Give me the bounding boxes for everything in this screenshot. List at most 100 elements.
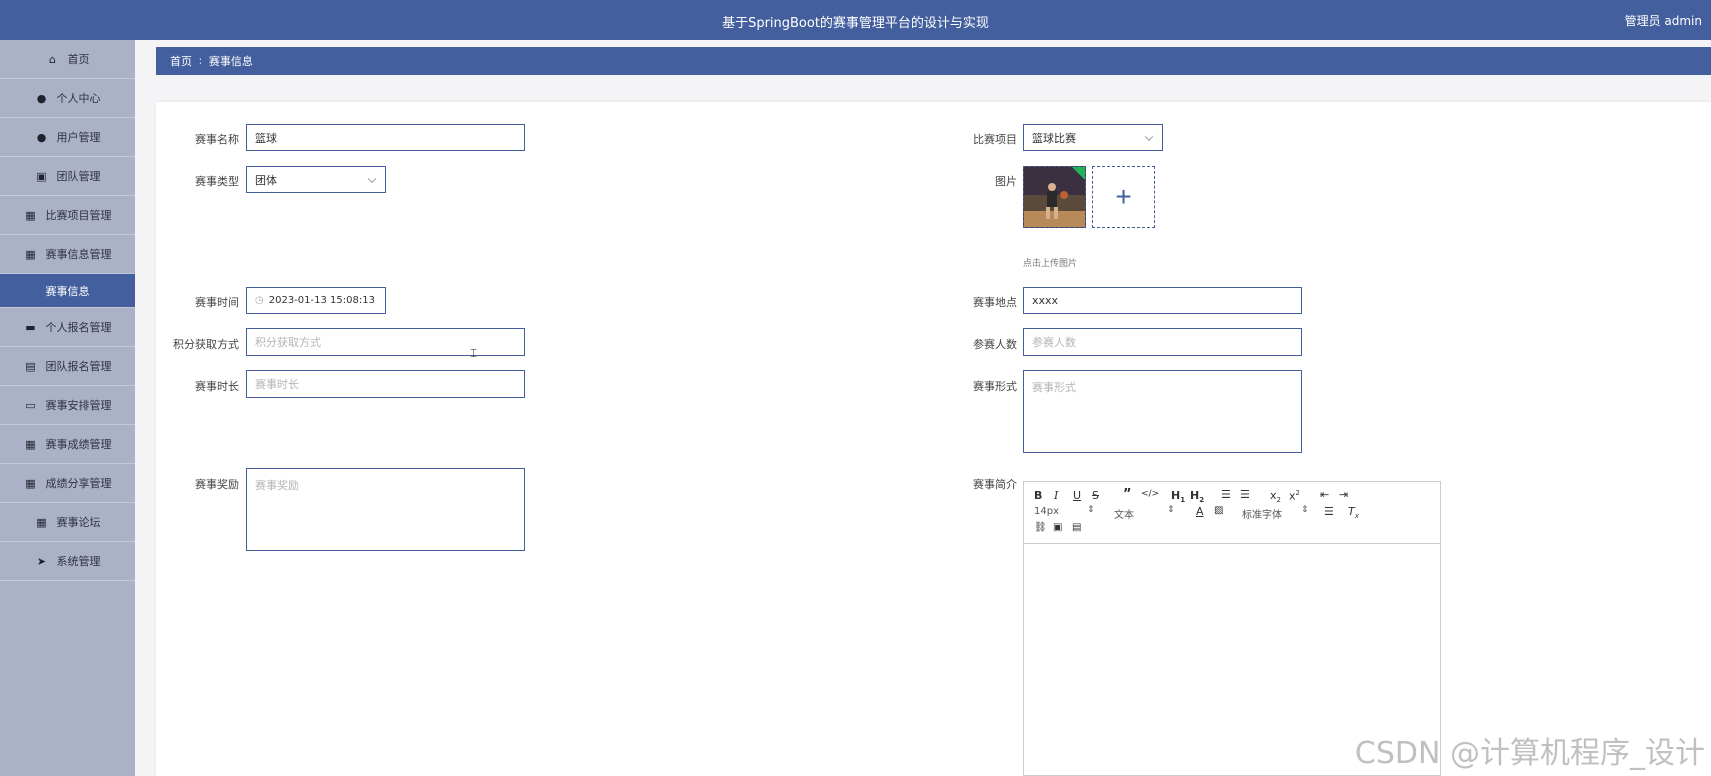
format-textarea[interactable]: 赛事形式 — [1023, 370, 1302, 453]
indent-icon[interactable]: ⇥ — [1339, 488, 1348, 501]
breadcrumb: 首页 ∶ 赛事信息 — [156, 47, 1711, 75]
comment-icon: ▬ — [25, 320, 36, 334]
chevron-down-icon — [367, 174, 377, 183]
grid-icon: ▦ — [25, 437, 36, 451]
subscript-icon[interactable]: x2 — [1270, 489, 1281, 504]
grid-icon: ▦ — [25, 476, 36, 490]
outdent-icon[interactable]: ⇤ — [1320, 488, 1329, 501]
grid-icon: ▦ — [36, 515, 47, 529]
sidebar-item-label: 赛事论坛 — [56, 516, 101, 529]
person-icon: ● — [36, 91, 47, 105]
sidebar-item[interactable]: ➤ 系统管理 — [0, 542, 135, 581]
sidebar: ⌂ 首页 ● 个人中心 ● 用户管理 ▣ 团队管理 ▦ 比赛项目管理 ▦ 赛事信息管理 赛事信息 ▬ 个人报… — [0, 40, 135, 776]
italic-icon[interactable]: I — [1054, 489, 1058, 502]
font-color-icon[interactable]: A — [1196, 505, 1204, 518]
blockquote-icon[interactable]: ” — [1123, 487, 1132, 502]
sidebar-item-label: 团队管理 — [56, 170, 101, 183]
ordered-list-icon[interactable]: ☰ — [1221, 488, 1231, 501]
sidebar-item[interactable]: ⌂ 首页 — [0, 40, 135, 79]
font-size-arrows-icon: ⇕ — [1087, 505, 1095, 515]
font-family-select[interactable]: 标准字体 — [1242, 506, 1282, 521]
clipboard-icon: ▤ — [25, 359, 36, 373]
points-method-label: 积分获取方式 — [173, 338, 239, 351]
grid-icon: ▦ — [25, 247, 36, 261]
project-value: 篮球比赛 — [1032, 131, 1076, 145]
basketball-photo — [1024, 167, 1085, 227]
background-color-icon[interactable]: ▨ — [1214, 505, 1223, 516]
watermark: CSDN @计算机程序_设计 — [1354, 736, 1705, 771]
event-time-picker[interactable]: ◷ 2023-01-13 15:08:13 — [246, 287, 386, 314]
video-insert-icon[interactable]: ▤ — [1072, 522, 1081, 533]
sidebar-item[interactable]: ▦ 成绩分享管理 — [0, 464, 135, 503]
sidebar-item-label: 系统管理 — [56, 555, 101, 568]
chart-icon: ▣ — [36, 169, 47, 183]
project-select[interactable]: 篮球比赛 — [1023, 124, 1163, 151]
participants-label: 参赛人数 — [973, 338, 1017, 351]
sidebar-item-label: 用户管理 — [56, 131, 101, 144]
event-type-select[interactable]: 团体 — [246, 166, 386, 193]
current-user[interactable]: 管理员 admin — [1625, 12, 1702, 29]
sidebar-item-label: 个人中心 — [56, 92, 101, 105]
points-method-input[interactable]: 积分获取方式 — [246, 328, 525, 356]
breadcrumb-current: 赛事信息 — [208, 55, 253, 68]
strike-icon[interactable]: S — [1092, 489, 1099, 502]
align-icon[interactable]: ☰ — [1324, 505, 1334, 518]
text-type-arrows-icon: ⇕ — [1167, 505, 1175, 515]
format-label: 赛事形式 — [973, 380, 1017, 393]
code-icon[interactable]: </> — [1141, 489, 1159, 499]
font-size-select[interactable]: 14px — [1034, 506, 1059, 517]
sidebar-item[interactable]: ● 用户管理 — [0, 118, 135, 157]
sidebar-item-label: 团队报名管理 — [45, 360, 112, 373]
text-type-select[interactable]: 文本 — [1114, 506, 1134, 521]
image-label: 图片 — [995, 175, 1017, 188]
bold-icon[interactable]: B — [1034, 489, 1042, 502]
event-time-label: 赛事时间 — [195, 296, 239, 309]
bullet-list-icon[interactable]: ☰ — [1240, 488, 1250, 501]
location-label: 赛事地点 — [973, 296, 1017, 309]
upload-hint: 点击上传图片 — [1023, 259, 1078, 269]
h1-icon[interactable]: H1 — [1171, 489, 1185, 504]
reward-textarea[interactable]: 赛事奖励 — [246, 468, 525, 551]
text-cursor-icon: ⌶ — [470, 346, 478, 360]
reward-label: 赛事奖励 — [195, 478, 239, 491]
sidebar-item[interactable]: 赛事信息 — [0, 274, 135, 308]
chevron-down-icon — [1144, 132, 1154, 141]
uploaded-image[interactable] — [1023, 166, 1086, 228]
sidebar-item-label: 赛事信息 — [45, 284, 90, 298]
sidebar-item-label: 个人报名管理 — [45, 321, 112, 334]
sidebar-item[interactable]: ● 个人中心 — [0, 79, 135, 118]
sidebar-item-label: 赛事安排管理 — [45, 399, 112, 412]
editor-toolbar: B I U S ” </> H1 H2 ☰ ☰ x2 x2 ⇤ ⇥ 14px ⇕… — [1024, 482, 1440, 544]
event-name-label: 赛事名称 — [195, 133, 239, 146]
image-insert-icon[interactable]: ▣ — [1053, 522, 1062, 533]
location-input[interactable]: xxxx — [1023, 287, 1302, 314]
duration-label: 赛事时长 — [195, 380, 239, 393]
upload-image-button[interactable]: + — [1092, 166, 1155, 228]
sidebar-item-label: 比赛项目管理 — [45, 209, 112, 222]
grid-icon: ▦ — [25, 208, 36, 222]
sidebar-item[interactable]: ▭ 赛事安排管理 — [0, 386, 135, 425]
event-time-value: 2023-01-13 15:08:13 — [268, 295, 375, 306]
event-name-input[interactable]: 篮球 — [246, 124, 525, 151]
link-icon[interactable]: ⛓ — [1034, 522, 1047, 533]
sidebar-item[interactable]: ▦ 比赛项目管理 — [0, 196, 135, 235]
clear-format-icon[interactable]: Tx — [1348, 505, 1359, 520]
event-type-value: 团体 — [255, 173, 277, 187]
sidebar-item[interactable]: ▬ 个人报名管理 — [0, 308, 135, 347]
underline-icon[interactable]: U — [1073, 489, 1081, 502]
sidebar-item-label: 赛事成绩管理 — [45, 438, 112, 451]
sidebar-item[interactable]: ▦ 赛事成绩管理 — [0, 425, 135, 464]
superscript-icon[interactable]: x2 — [1289, 489, 1300, 503]
sidebar-item[interactable]: ▤ 团队报名管理 — [0, 347, 135, 386]
sidebar-item[interactable]: ▦ 赛事信息管理 — [0, 235, 135, 274]
breadcrumb-home[interactable]: 首页 — [170, 53, 192, 69]
app-title: 基于SpringBoot的赛事管理平台的设计与实现 — [722, 16, 989, 31]
h2-icon[interactable]: H2 — [1190, 489, 1204, 504]
participants-input[interactable]: 参赛人数 — [1023, 328, 1302, 356]
duration-input[interactable]: 赛事时长 — [246, 370, 525, 398]
sidebar-item[interactable]: ▦ 赛事论坛 — [0, 503, 135, 542]
home-icon: ⌂ — [49, 52, 56, 66]
sidebar-item-label: 首页 — [67, 53, 90, 66]
sidebar-item-label: 成绩分享管理 — [45, 477, 112, 490]
sidebar-item[interactable]: ▣ 团队管理 — [0, 157, 135, 196]
